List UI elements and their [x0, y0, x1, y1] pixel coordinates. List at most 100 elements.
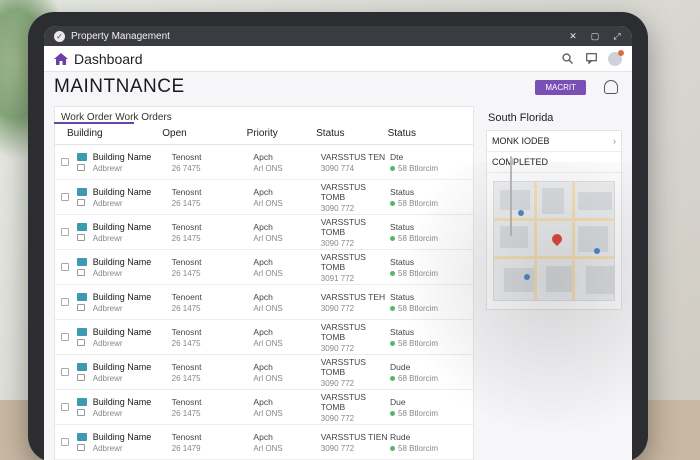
building-address: Adbrewr: [92, 233, 123, 243]
status-number: 3090 772: [320, 238, 355, 248]
column-header-priority[interactable]: Priority: [247, 128, 316, 139]
card-item-1[interactable]: MONK IODEB ›: [487, 131, 621, 152]
chat-icon[interactable]: [584, 52, 598, 66]
location-pin-icon[interactable]: [549, 231, 565, 247]
row-checkbox[interactable]: [61, 333, 69, 341]
side-panel: South Florida MONK IODEB › COMPLETED: [486, 106, 622, 460]
building-name[interactable]: Building Name: [93, 432, 172, 442]
status2-cell: Due 58 Btlorcim: [390, 397, 467, 418]
chevron-right-icon: ›: [613, 136, 616, 146]
header-title: Dashboard: [74, 50, 143, 67]
row-checkbox[interactable]: [61, 438, 69, 446]
status-cell: VARSSTUS TOMB 3090 772: [321, 322, 390, 353]
status2-cell: Status 58 Btlorcim: [390, 257, 467, 278]
table-scrollbar[interactable]: [510, 156, 512, 236]
map-road: [494, 218, 614, 221]
row-checkbox[interactable]: [61, 158, 69, 166]
priority-cell: Apch Arl ONS: [253, 327, 320, 348]
table-row[interactable]: Building Name Adbrewr Tenosnt 26 7475 Ap…: [55, 145, 473, 180]
table-body: Building Name Adbrewr Tenosnt 26 7475 Ap…: [55, 145, 473, 460]
building-name[interactable]: Building Name: [93, 292, 172, 302]
window-restore-icon[interactable]: ▢: [590, 31, 600, 41]
search-icon[interactable]: [560, 52, 574, 66]
building-address: Adbrewr: [92, 338, 123, 348]
status2-label: Status: [390, 256, 415, 267]
status-dot-icon: [390, 410, 396, 416]
poi-icon[interactable]: [518, 210, 524, 216]
building-name[interactable]: Building Name: [93, 397, 172, 407]
column-header-building[interactable]: Building: [61, 128, 162, 139]
bell-icon[interactable]: [604, 80, 618, 94]
open-tenant: Tenoent: [171, 291, 202, 302]
status2-cell: Dte 58 Btlorcim: [390, 152, 467, 173]
table-row[interactable]: Building Name Adbrewr Tenosnt 26 1475 Ap…: [55, 320, 473, 355]
home-icon[interactable]: [54, 52, 68, 65]
table-row[interactable]: Building Name Adbrewr Tenosnt 26 1475 Ap…: [55, 180, 473, 215]
building-icon: [76, 153, 87, 171]
status-code: VARSSTUS TIEN: [320, 431, 388, 442]
map-block: [586, 266, 614, 294]
map-block: [500, 226, 528, 248]
status-cell: VARSSTUS TOMB 3090 772: [321, 182, 390, 213]
table-row[interactable]: Building Name Adbrewr Tenosnt 26 1475 Ap…: [55, 250, 473, 285]
building-name[interactable]: Building Name: [93, 362, 172, 372]
page-title-underline: [54, 122, 134, 124]
status-cell: VARSSTUS TOMB 3091 772: [321, 252, 390, 283]
building-name[interactable]: Building Name: [93, 222, 172, 232]
priority-sub: Arl ONS: [253, 233, 283, 243]
window-share-icon[interactable]: ⤢: [612, 31, 622, 41]
open-cell: Tenosnt 26 1475: [172, 327, 254, 348]
map-block: [578, 226, 608, 252]
status2-cell: Status 58 Btlorcim: [390, 292, 467, 313]
column-header-status[interactable]: Status: [316, 128, 387, 139]
building-cell: Building Name Adbrewr: [93, 397, 172, 418]
action-button[interactable]: MACRIT: [535, 79, 586, 95]
table-row[interactable]: Building Name Adbrewr Tenosnt 26 1475 Ap…: [55, 215, 473, 250]
map-block: [542, 188, 564, 214]
status2-label: Status: [390, 221, 415, 232]
poi-icon[interactable]: [524, 274, 530, 280]
status-dot-icon: [390, 235, 396, 241]
priority-sub: Arl ONS: [253, 268, 283, 278]
priority-cell: Apch Arl ONS: [253, 222, 320, 243]
row-checkbox[interactable]: [61, 263, 69, 271]
open-tenant: Tenosnt: [171, 396, 202, 407]
card-item-2[interactable]: COMPLETED: [487, 152, 621, 173]
open-cell: Tenosnt 26 1475: [172, 257, 254, 278]
building-icon: [76, 433, 87, 451]
poi-icon[interactable]: [594, 248, 600, 254]
open-cell: Tenosnt 26 1475: [172, 362, 254, 383]
status-cell: VARSSTUS TOMB 3090 772: [321, 357, 390, 388]
table-row[interactable]: Building Name Adbrewr Tenosnt 26 1475 Ap…: [55, 355, 473, 390]
row-checkbox[interactable]: [61, 403, 69, 411]
card-item-1-label: MONK IODEB: [492, 136, 550, 146]
column-header-status-2[interactable]: Status: [388, 128, 467, 139]
open-cell: Tenoent 26 1475: [172, 292, 254, 313]
priority-value: Apch: [253, 186, 273, 197]
status-cell: VARSSTUS TEN 3090 774: [321, 152, 390, 173]
column-header-open[interactable]: Open: [162, 128, 246, 139]
priority-sub: Arl ONS: [253, 198, 283, 208]
pin-window-icon[interactable]: ✕: [568, 31, 578, 41]
row-checkbox[interactable]: [61, 193, 69, 201]
table-row[interactable]: Building Name Adbrewr Tenoent 26 1475 Ap…: [55, 285, 473, 320]
map-block: [578, 192, 612, 210]
building-name[interactable]: Building Name: [93, 257, 172, 267]
table-header: Building Open Priority Status Status: [55, 125, 473, 145]
building-name[interactable]: Building Name: [93, 187, 172, 197]
main-content: Work Order Work Orders Building Open Pri…: [44, 102, 632, 460]
open-id: 26 1475: [171, 338, 201, 348]
row-checkbox[interactable]: [61, 228, 69, 236]
page-title: MAINTNANCE: [54, 76, 185, 97]
building-name[interactable]: Building Name: [93, 152, 172, 162]
open-cell: Tenosnt 26 1475: [172, 187, 254, 208]
status-dot-icon: [390, 340, 396, 346]
tablet-device: ✓ Property Management ✕ ▢ ⤢ Dashboard MA…: [28, 12, 648, 460]
row-checkbox[interactable]: [61, 298, 69, 306]
row-checkbox[interactable]: [61, 368, 69, 376]
table-row[interactable]: Building Name Adbrewr Tenosnt 26 1479 Ap…: [55, 425, 473, 460]
user-avatar[interactable]: [608, 49, 624, 66]
status2-label: Rude: [390, 431, 411, 442]
table-row[interactable]: Building Name Adbrewr Tenosnt 26 1475 Ap…: [55, 390, 473, 425]
building-name[interactable]: Building Name: [93, 327, 172, 337]
